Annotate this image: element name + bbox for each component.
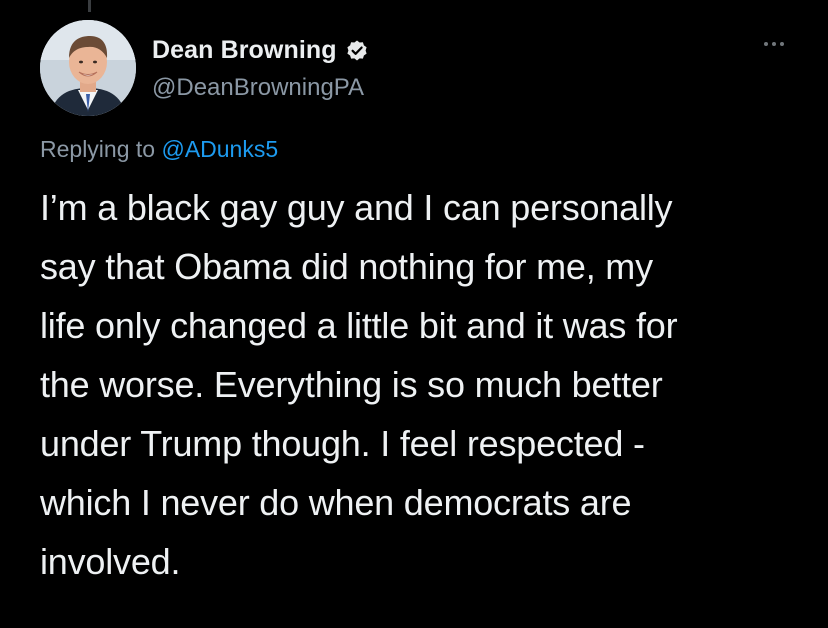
profile-photo-icon xyxy=(40,20,136,116)
thread-connector-line xyxy=(88,0,91,12)
replying-to-label: Replying to xyxy=(40,136,156,162)
author-handle[interactable]: @DeanBrowningPA xyxy=(152,74,364,102)
author-display-name[interactable]: Dean Browning xyxy=(152,36,337,65)
avatar[interactable] xyxy=(40,20,136,116)
more-dot xyxy=(772,42,776,46)
more-dot xyxy=(780,42,784,46)
replying-to-line: Replying to @ADunks5 xyxy=(40,136,278,163)
tweet-text: I’m a black gay guy and I can personally… xyxy=(40,187,678,582)
verified-badge-icon xyxy=(347,40,367,60)
more-dot xyxy=(764,42,768,46)
reply-mention-link[interactable]: @ADunks5 xyxy=(161,136,278,162)
author-name-row[interactable]: Dean Browning xyxy=(152,36,369,65)
more-options-icon[interactable] xyxy=(764,42,784,46)
